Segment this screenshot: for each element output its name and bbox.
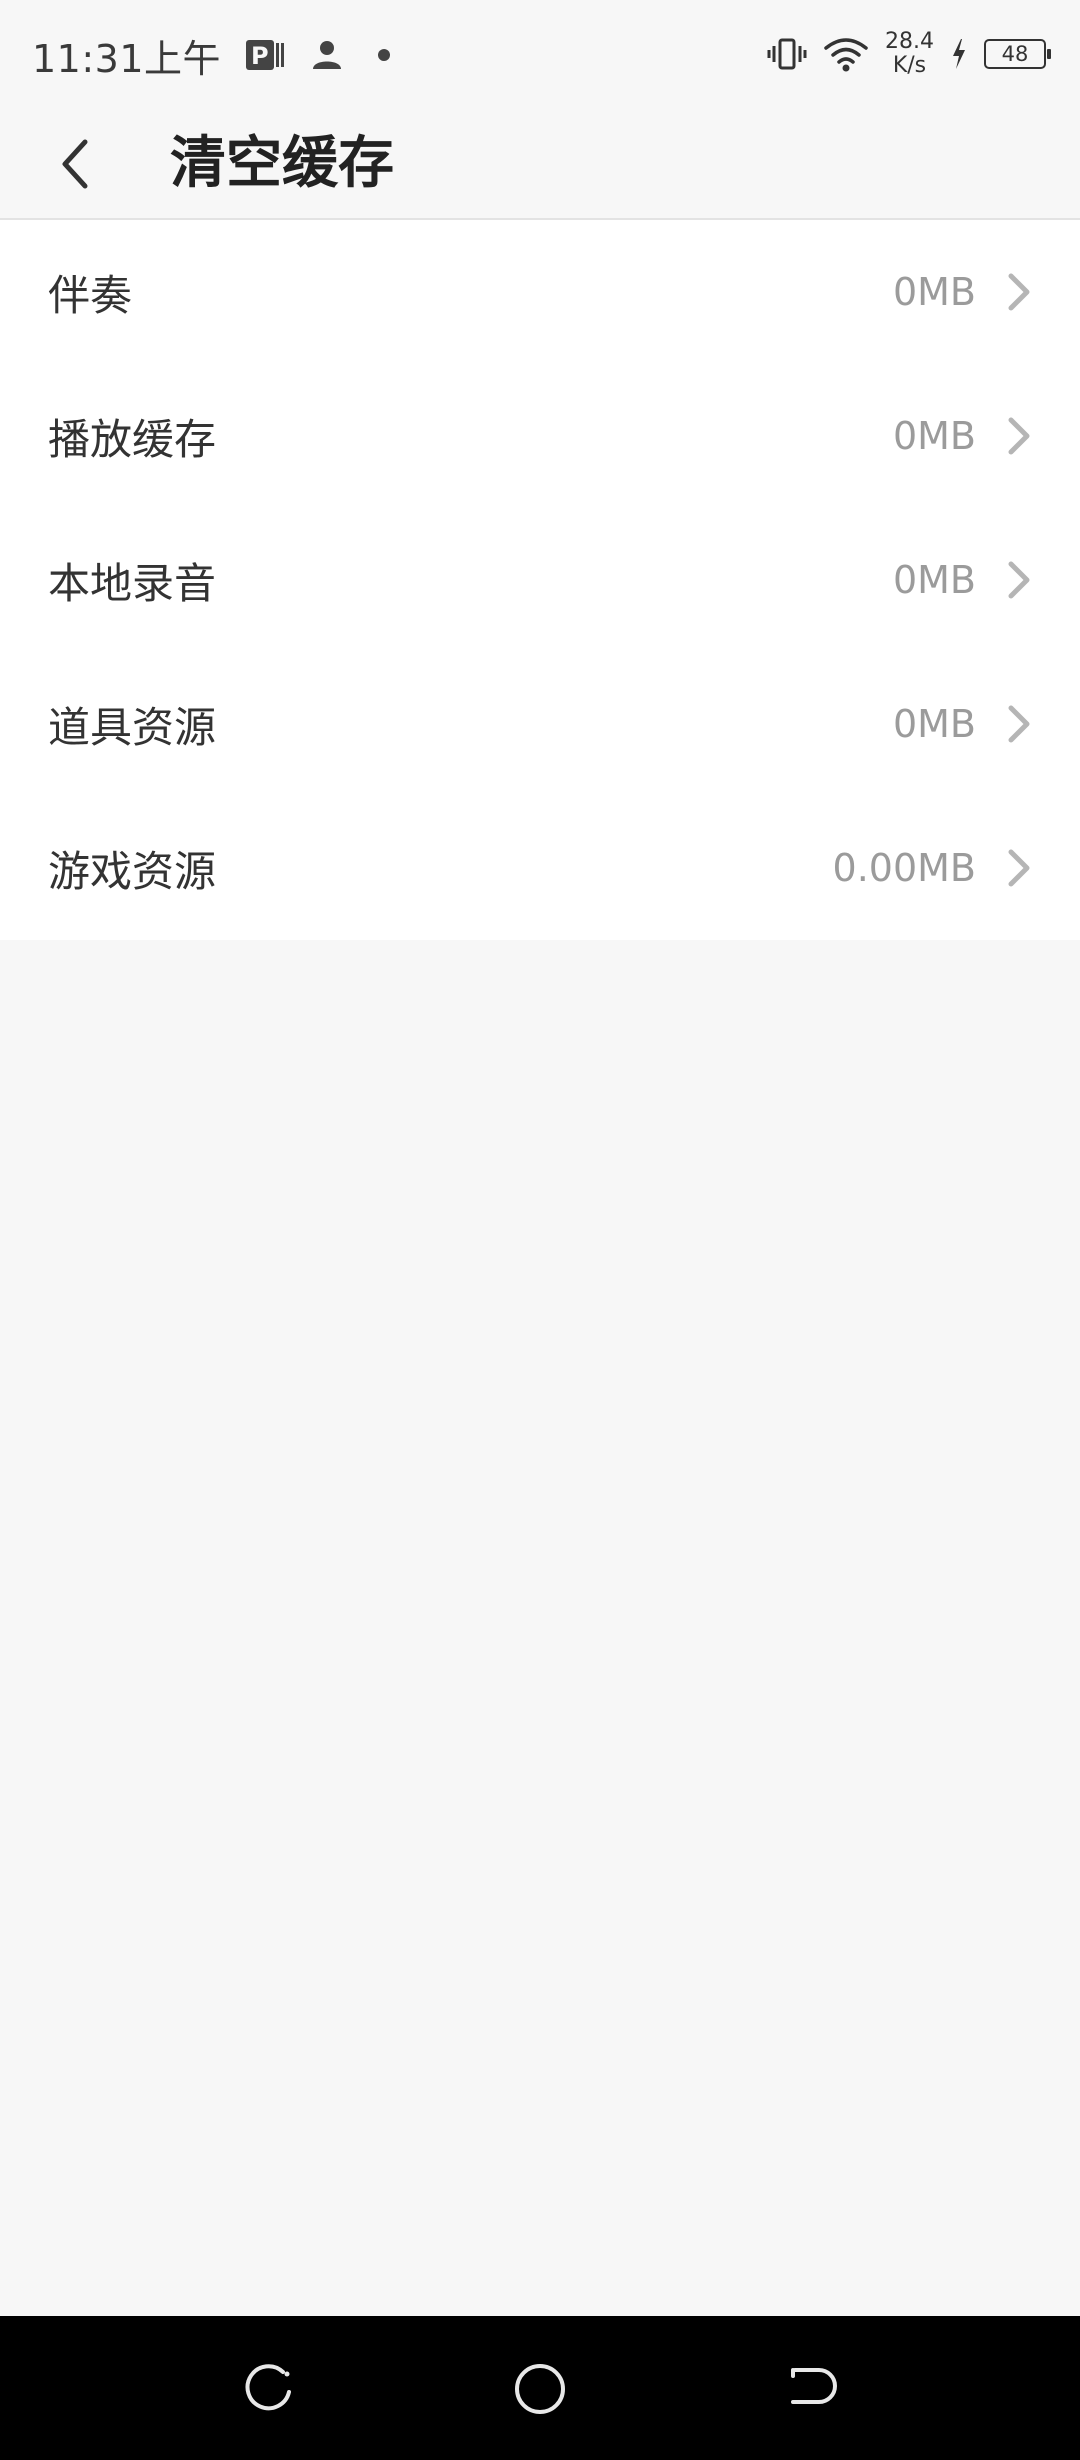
charging-icon (950, 37, 968, 71)
chevron-right-icon (1006, 271, 1032, 313)
status-left: 11:31上午 P (32, 28, 399, 82)
list-item-playback-cache[interactable]: 播放缓存 0MB (0, 364, 1080, 508)
home-button[interactable] (505, 2354, 575, 2424)
clear-cache-screen: 11:31上午 P 28.4 K/s 48 清空缓存 伴奏 0MB 播放缓存 0… (0, 0, 1080, 2460)
list-item-prop-resources[interactable]: 道具资源 0MB (0, 652, 1080, 796)
chevron-left-icon (62, 139, 88, 189)
network-speed-value: 28.4 (885, 29, 934, 54)
chevron-right-icon (1006, 703, 1032, 745)
back-button[interactable] (40, 124, 110, 204)
chevron-right-icon (1006, 847, 1032, 889)
parking-app-icon: P (245, 37, 285, 73)
wifi-icon (823, 34, 869, 74)
back-nav-button[interactable] (775, 2354, 845, 2424)
list-item-size: 0MB (892, 558, 976, 602)
chevron-right-icon (1006, 559, 1032, 601)
status-right: 28.4 K/s 48 (767, 24, 1051, 84)
page-title: 清空缓存 (170, 131, 394, 196)
list-item-label: 本地录音 (48, 558, 217, 608)
recent-apps-icon (245, 2364, 291, 2411)
list-item-label: 游戏资源 (48, 846, 217, 896)
home-icon (515, 2364, 565, 2414)
list-item-label: 伴奏 (48, 270, 133, 320)
svg-text:P: P (251, 42, 269, 70)
battery-icon: 48 (984, 39, 1051, 69)
app-header: 清空缓存 (0, 110, 1080, 220)
network-speed-unit: K/s (892, 53, 927, 78)
list-item-size: 0MB (892, 702, 976, 746)
recent-apps-button[interactable] (235, 2354, 305, 2424)
list-item-size: 0.00MB (832, 846, 976, 890)
network-speed: 28.4 K/s (885, 30, 934, 78)
vibrate-icon (767, 34, 807, 74)
list-item-size: 0MB (892, 414, 976, 458)
list-item-size: 0MB (892, 270, 976, 314)
person-icon (309, 37, 345, 73)
system-nav-bar (0, 2316, 1080, 2460)
back-nav-icon (791, 2368, 837, 2404)
chevron-right-icon (1006, 415, 1032, 457)
list-item-label: 播放缓存 (48, 414, 217, 464)
list-item-game-resources[interactable]: 游戏资源 0.00MB (0, 796, 1080, 940)
list-item-local-recordings[interactable]: 本地录音 0MB (0, 508, 1080, 652)
battery-level: 48 (1001, 42, 1029, 66)
cache-list: 伴奏 0MB 播放缓存 0MB 本地录音 0MB 道具资源 0MB 游戏资源 0… (0, 220, 1080, 940)
dot-icon (369, 37, 399, 73)
list-item-label: 道具资源 (48, 702, 217, 752)
status-time: 11:31上午 (32, 36, 222, 81)
status-bar: 11:31上午 P 28.4 K/s 48 (0, 0, 1080, 110)
list-item-accompaniment[interactable]: 伴奏 0MB (0, 220, 1080, 364)
